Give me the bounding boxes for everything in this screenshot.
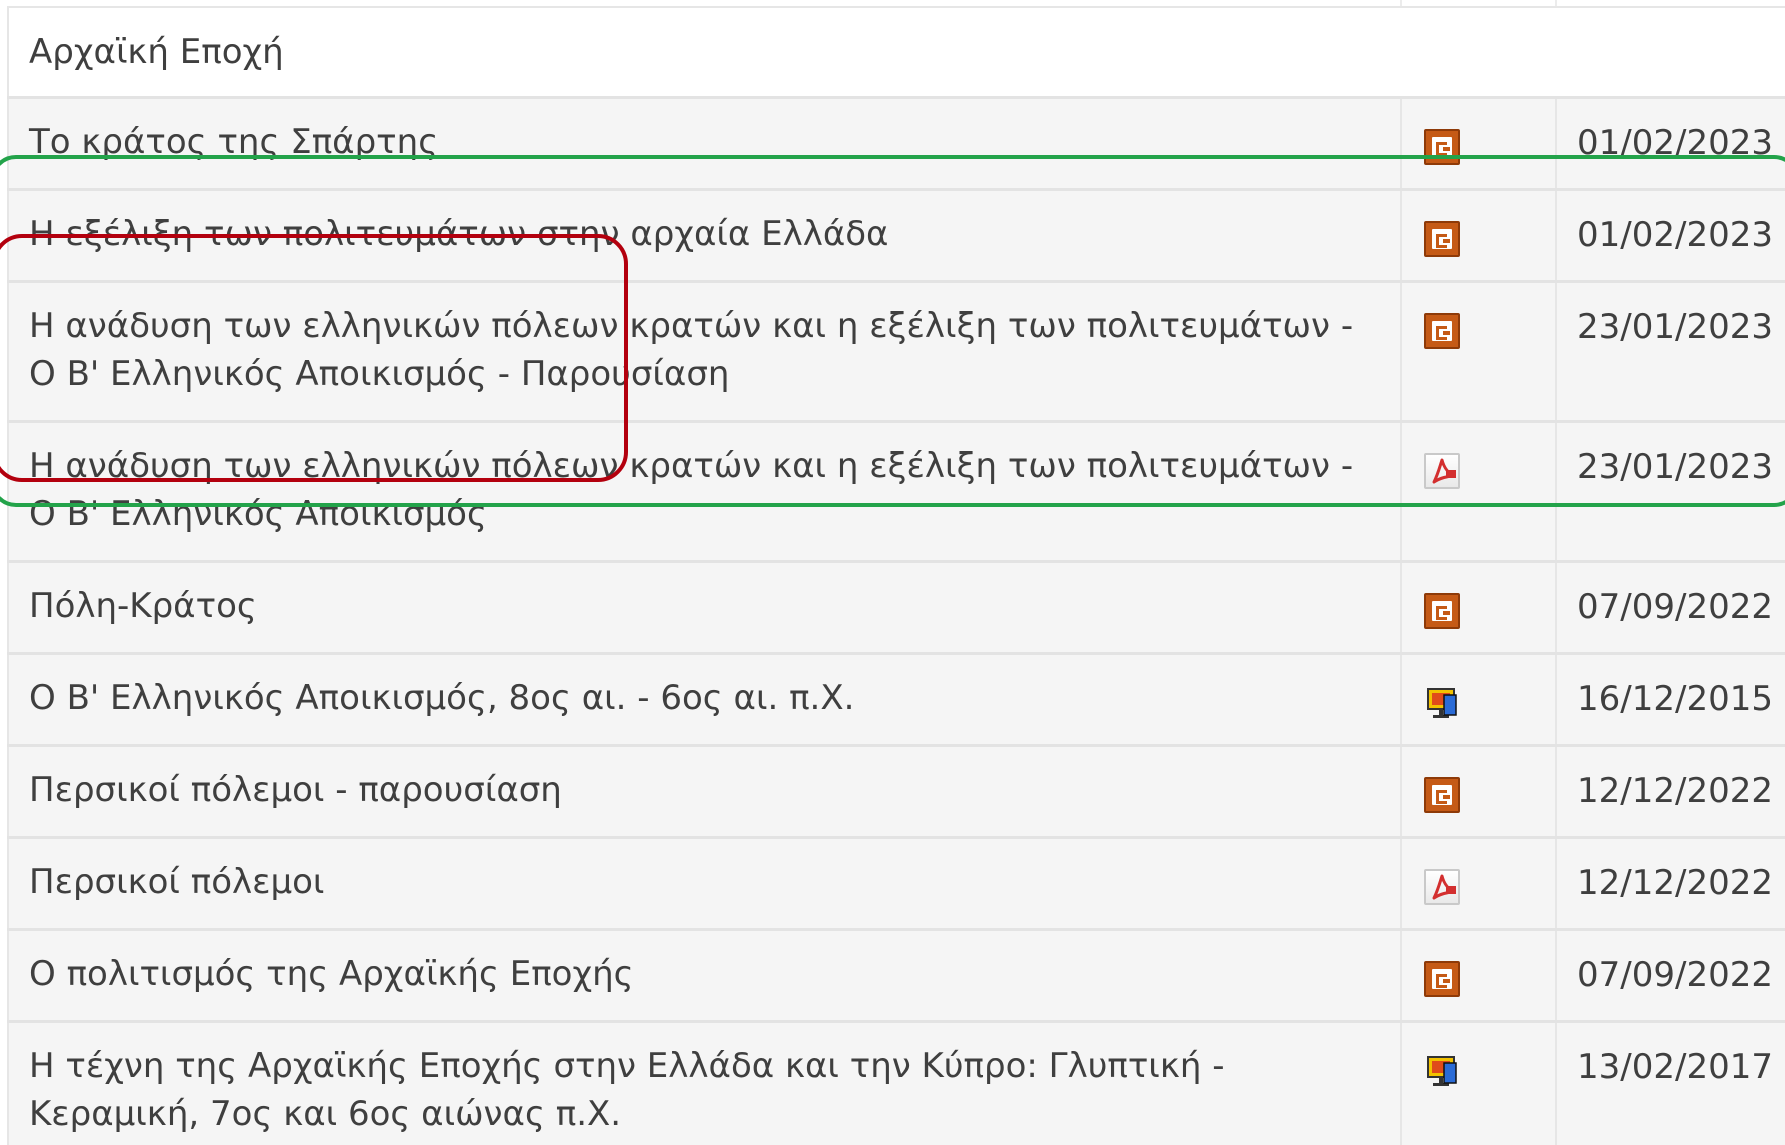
resource-type-cell	[1401, 1021, 1557, 1145]
resource-date: 13/02/2017	[1556, 1021, 1785, 1145]
resource-date: 01/02/2023	[1556, 97, 1785, 191]
section-title: Αρχαϊκή Εποχή	[6, 8, 1785, 99]
resource-type-cell	[1401, 189, 1557, 283]
divider	[1555, 0, 1557, 6]
presentation-icon[interactable]	[1424, 593, 1460, 629]
table-row[interactable]: Η τέχνη της Αρχαϊκής Εποχής στην Ελλάδα …	[7, 1021, 1785, 1145]
resource-title-link[interactable]: Περσικοί πόλεμοι - παρουσίαση	[7, 745, 1402, 839]
resource-date: 23/01/2023	[1556, 421, 1785, 563]
resource-title-link[interactable]: Πόλη-Κράτος	[7, 561, 1402, 655]
table-row[interactable]: Ο πολιτισμός της Αρχαϊκής Εποχής 07/09/20…	[7, 929, 1785, 1023]
resource-title-link[interactable]: Ο Β' Ελληνικός Αποικισμός, 8ος αι. - 6ος…	[7, 653, 1402, 747]
resource-title-link[interactable]: Περσικοί πόλεμοι	[7, 837, 1402, 931]
resources-table: Αρχαϊκή Εποχή Το κράτος της Σπάρτης 01/02…	[6, 8, 1785, 1145]
resource-type-cell	[1401, 97, 1557, 191]
table-row[interactable]: Η ανάδυση των ελληνικών πόλεων κρατών κα…	[7, 281, 1785, 423]
presentation-icon[interactable]	[1424, 961, 1460, 997]
table-row[interactable]: Η ανάδυση των ελληνικών πόλεων κρατών κα…	[7, 421, 1785, 563]
resource-list-page: Αρχαϊκή Εποχή Το κράτος της Σπάρτης 01/02…	[0, 0, 1785, 1145]
resource-date: 12/12/2022	[1556, 837, 1785, 931]
table-row[interactable]: Ο Β' Ελληνικός Αποικισμός, 8ος αι. - 6ος…	[7, 653, 1785, 747]
top-strip	[0, 0, 1785, 8]
table-row[interactable]: Το κράτος της Σπάρτης 01/02/2023	[7, 97, 1785, 191]
resource-date: 12/12/2022	[1556, 745, 1785, 839]
resource-type-cell	[1401, 561, 1557, 655]
resource-type-cell	[1401, 837, 1557, 931]
table-row[interactable]: Η εξέλιξη των πολιτευμάτων στην αρχαία Ε…	[7, 189, 1785, 283]
resource-title-link[interactable]: Η ανάδυση των ελληνικών πόλεων κρατών κα…	[7, 281, 1402, 423]
resource-type-cell	[1401, 421, 1557, 563]
resource-date: 07/09/2022	[1556, 561, 1785, 655]
divider	[1400, 0, 1402, 6]
resource-type-cell	[1401, 745, 1557, 839]
resource-type-cell	[1401, 281, 1557, 423]
computer-presentation-icon[interactable]	[1424, 685, 1460, 721]
presentation-icon[interactable]	[1424, 221, 1460, 257]
table-row[interactable]: Περσικοί πόλεμοι 12/12/2022	[7, 837, 1785, 931]
resource-date: 23/01/2023	[1556, 281, 1785, 423]
resource-type-cell	[1401, 929, 1557, 1023]
table-row[interactable]: Περσικοί πόλεμοι - παρουσίαση 12/12/2022	[7, 745, 1785, 839]
presentation-icon[interactable]	[1424, 129, 1460, 165]
pdf-icon[interactable]	[1424, 453, 1460, 489]
presentation-icon[interactable]	[1424, 777, 1460, 813]
resource-type-cell	[1401, 653, 1557, 747]
resource-date: 01/02/2023	[1556, 189, 1785, 283]
pdf-icon[interactable]	[1424, 869, 1460, 905]
section-header-row: Αρχαϊκή Εποχή	[6, 8, 1785, 99]
resource-title-link[interactable]: Ο πολιτισμός της Αρχαϊκής Εποχής	[7, 929, 1402, 1023]
resource-title-link[interactable]: Το κράτος της Σπάρτης	[7, 97, 1402, 191]
presentation-icon[interactable]	[1424, 313, 1460, 349]
computer-presentation-icon[interactable]	[1424, 1053, 1460, 1089]
resource-date: 07/09/2022	[1556, 929, 1785, 1023]
resource-title-link[interactable]: Η ανάδυση των ελληνικών πόλεων κρατών κα…	[7, 421, 1402, 563]
resource-title-link[interactable]: Η τέχνη της Αρχαϊκής Εποχής στην Ελλάδα …	[7, 1021, 1402, 1145]
resource-title-link[interactable]: Η εξέλιξη των πολιτευμάτων στην αρχαία Ε…	[7, 189, 1402, 283]
table-row[interactable]: Πόλη-Κράτος 07/09/2022	[7, 561, 1785, 655]
resource-date: 16/12/2015	[1556, 653, 1785, 747]
